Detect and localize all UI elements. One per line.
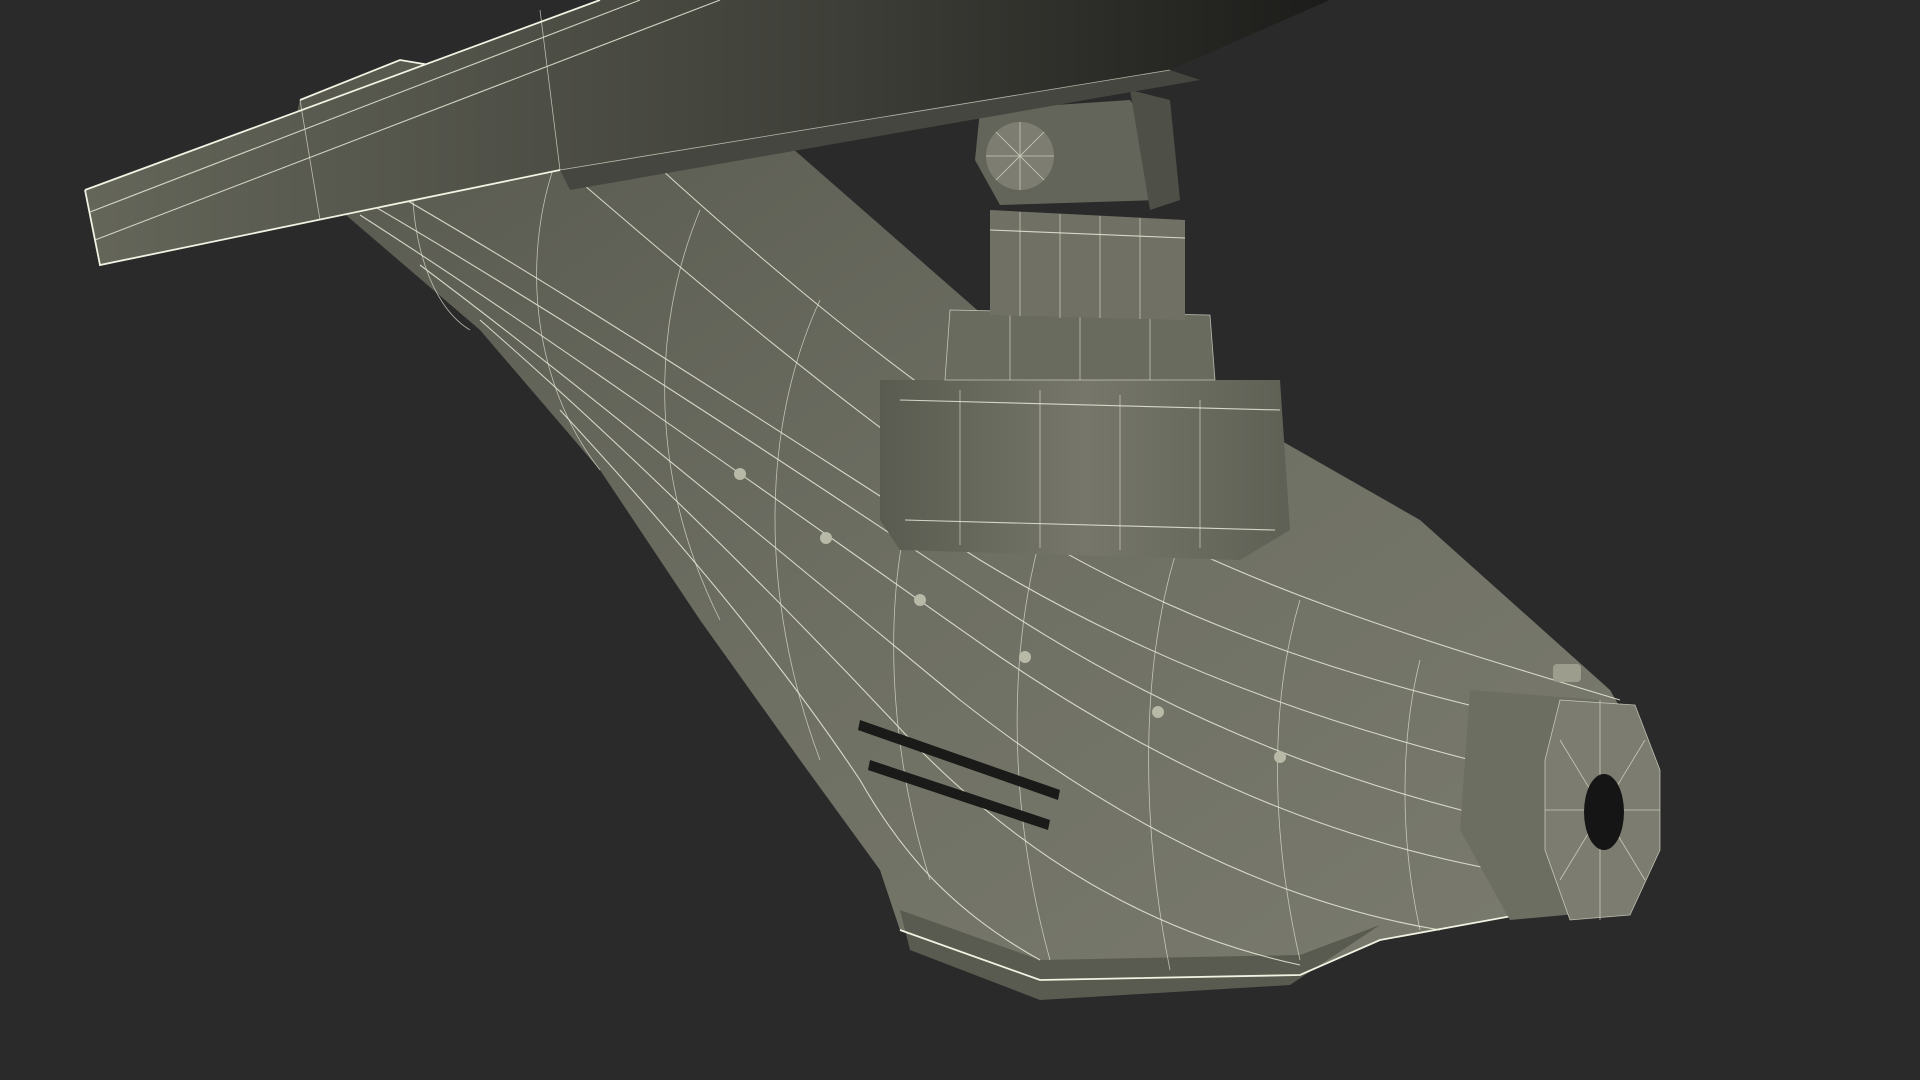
wireframe-3d-model-render (84, 0, 1661, 1000)
aperture-hole (1584, 774, 1624, 850)
